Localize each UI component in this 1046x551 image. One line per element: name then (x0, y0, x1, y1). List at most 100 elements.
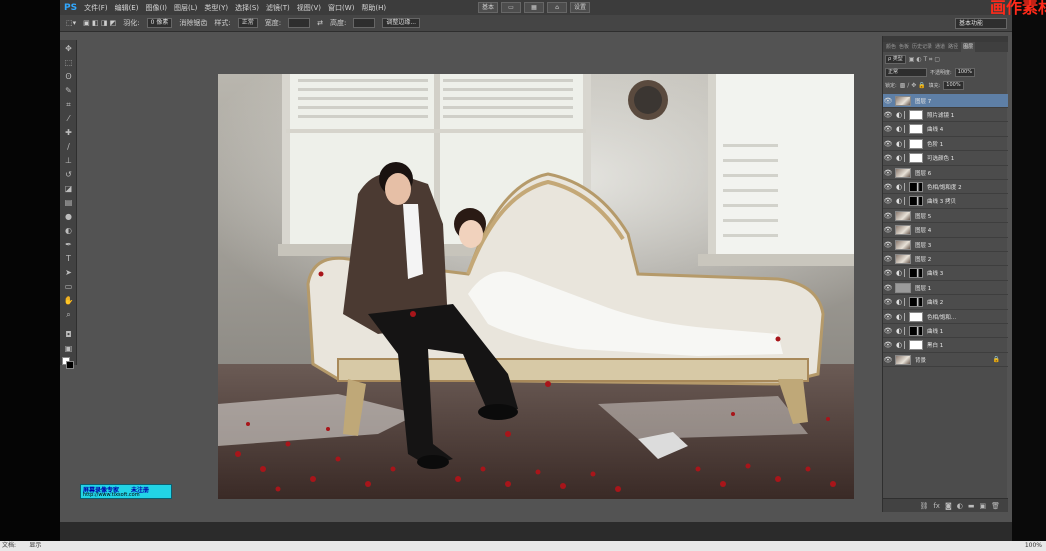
menu-select[interactable]: 选择(S) (235, 3, 259, 13)
screen-mode-icon[interactable]: ▣ (63, 344, 74, 354)
view-extras-button[interactable]: ▭ (501, 2, 521, 13)
menu-window[interactable]: 窗口(W) (328, 3, 354, 13)
visibility-eye-icon[interactable]: 👁 (883, 125, 893, 133)
mask-link-icon[interactable] (904, 110, 908, 119)
layer-mask-thumbnail[interactable] (909, 181, 923, 192)
layer-row[interactable]: 👁 背景 🔒 (883, 353, 1008, 368)
tab-paths[interactable]: 路径 (948, 42, 958, 52)
add-mask-icon[interactable]: ◙ (945, 502, 952, 510)
layer-mask-thumbnail[interactable] (909, 138, 923, 149)
lasso-tool-icon[interactable]: ʘ (63, 72, 74, 82)
layer-mask-thumbnail[interactable] (909, 340, 923, 351)
delete-layer-icon[interactable]: 🗑 (991, 502, 1000, 510)
blur-tool-icon[interactable]: ● (63, 212, 74, 222)
layer-row[interactable]: 👁 ◐ 曲线 3 拷贝 (883, 195, 1008, 209)
layer-thumbnail[interactable] (895, 354, 911, 365)
visibility-eye-icon[interactable]: 👁 (883, 298, 893, 306)
layer-row[interactable]: 👁 图层 7 (883, 94, 1008, 108)
layer-mask-thumbnail[interactable] (909, 109, 923, 120)
visibility-eye-icon[interactable]: 👁 (883, 140, 893, 148)
mask-link-icon[interactable] (904, 269, 908, 278)
visibility-eye-icon[interactable]: 👁 (883, 197, 893, 205)
layer-mask-thumbnail[interactable] (909, 268, 923, 279)
mask-link-icon[interactable] (904, 341, 908, 350)
layer-thumbnail[interactable] (895, 210, 911, 221)
mask-link-icon[interactable] (904, 182, 908, 191)
marquee-tool-icon[interactable]: ⬚ (63, 58, 74, 68)
layer-row[interactable]: 👁 ◐ 黑白 1 (883, 339, 1008, 353)
marquee-tool-icon[interactable]: ⬚▾ (66, 19, 76, 27)
layer-row[interactable]: 👁 ◐ 曲线 2 (883, 296, 1008, 310)
layer-row[interactable]: 👁 图层 4 (883, 224, 1008, 238)
antialias-checkbox[interactable]: 消除锯齿 (179, 18, 207, 28)
menu-edit[interactable]: 编辑(E) (115, 3, 139, 13)
pen-tool-icon[interactable]: ✒ (63, 240, 74, 250)
tab-history[interactable]: 历史记录 (912, 42, 932, 52)
history-brush-tool-icon[interactable]: ↺ (63, 170, 74, 180)
visibility-eye-icon[interactable]: 👁 (883, 255, 893, 263)
layer-row[interactable]: 👁 ◐ 可选颜色 1 (883, 152, 1008, 166)
layer-row[interactable]: 👁 图层 5 (883, 209, 1008, 224)
layer-thumbnail[interactable] (895, 253, 911, 264)
dodge-tool-icon[interactable]: ◐ (63, 226, 74, 236)
refine-edge-button[interactable]: 调整边缘... (382, 18, 421, 28)
layer-thumbnail[interactable] (895, 225, 911, 236)
arrange-docs-button[interactable]: ▦ (524, 2, 544, 13)
layer-mask-thumbnail[interactable] (909, 153, 923, 164)
shape-tool-icon[interactable]: ▭ (63, 282, 74, 292)
layer-mask-thumbnail[interactable] (909, 311, 923, 322)
width-input[interactable] (288, 18, 311, 28)
layer-thumbnail[interactable] (895, 239, 911, 250)
background-color-swatch[interactable] (66, 361, 74, 369)
adjustment-layer-icon[interactable]: ◐ (957, 502, 963, 510)
quick-select-tool-icon[interactable]: ✎ (63, 86, 74, 96)
workspace-select[interactable]: 基本功能 (955, 18, 1007, 29)
visibility-eye-icon[interactable]: 👁 (883, 111, 893, 119)
layer-mask-thumbnail[interactable] (909, 297, 923, 308)
layer-mask-thumbnail[interactable] (909, 196, 923, 207)
visibility-eye-icon[interactable]: 👁 (883, 169, 893, 177)
menu-image[interactable]: 图像(I) (145, 3, 167, 13)
eraser-tool-icon[interactable]: ◪ (63, 184, 74, 194)
bridge-button[interactable]: 基本 (478, 2, 498, 13)
hand-tool-icon[interactable]: ✋ (63, 296, 74, 306)
filter-icons[interactable]: ▣ ◐ T ⌗ ▢ (909, 56, 940, 64)
selection-mode-icons[interactable]: ▣ ◧ ◨ ◩ (83, 19, 116, 27)
tab-layers[interactable]: 图层 (961, 42, 976, 52)
path-select-tool-icon[interactable]: ➤ (63, 268, 74, 278)
layer-row[interactable]: 👁 ◐ 色阶 1 (883, 137, 1008, 152)
gradient-tool-icon[interactable]: ▤ (63, 198, 74, 208)
layer-filter-select[interactable]: ρ 类型 (885, 55, 906, 64)
menu-layer[interactable]: 图层(L) (174, 3, 197, 13)
fill-input[interactable]: 100% (943, 81, 964, 90)
crop-tool-icon[interactable]: ⌗ (63, 100, 74, 110)
swap-icon[interactable]: ⇄ (317, 19, 323, 27)
layer-row[interactable]: 👁 ◐ 曲线 1 (883, 324, 1008, 339)
visibility-eye-icon[interactable]: 👁 (883, 154, 893, 162)
mask-link-icon[interactable] (904, 326, 908, 335)
visibility-eye-icon[interactable]: 👁 (883, 356, 893, 364)
visibility-eye-icon[interactable]: 👁 (883, 313, 893, 321)
tab-channels[interactable]: 通道 (935, 42, 945, 52)
visibility-eye-icon[interactable]: 👁 (883, 183, 893, 191)
layer-mask-thumbnail[interactable] (909, 325, 923, 336)
visibility-eye-icon[interactable]: 👁 (883, 212, 893, 220)
layer-thumbnail[interactable] (895, 95, 911, 106)
layer-row[interactable]: 👁 ◐ 照片滤镜 1 (883, 108, 1008, 123)
new-layer-icon[interactable]: ▣ (979, 502, 986, 510)
menu-view[interactable]: 视图(V) (297, 3, 321, 13)
visibility-eye-icon[interactable]: 👁 (883, 269, 893, 277)
layer-row[interactable]: 👁 ◐ 色相/饱和度 2 (883, 180, 1008, 195)
mask-link-icon[interactable] (904, 312, 908, 321)
style-select[interactable]: 正常 (237, 18, 258, 28)
visibility-eye-icon[interactable]: 👁 (883, 284, 893, 292)
menu-type[interactable]: 类型(Y) (204, 3, 228, 13)
menu-file[interactable]: 文件(F) (84, 3, 108, 13)
brush-tool-icon[interactable]: ∕ (63, 142, 74, 152)
quick-mask-icon[interactable]: ◘ (63, 330, 74, 340)
blend-mode-select[interactable]: 正常 (885, 68, 927, 77)
visibility-eye-icon[interactable]: 👁 (883, 97, 893, 105)
stamp-tool-icon[interactable]: ⊥ (63, 156, 74, 166)
layer-row[interactable]: 👁 图层 3 (883, 238, 1008, 252)
healing-tool-icon[interactable]: ✚ (63, 128, 74, 138)
